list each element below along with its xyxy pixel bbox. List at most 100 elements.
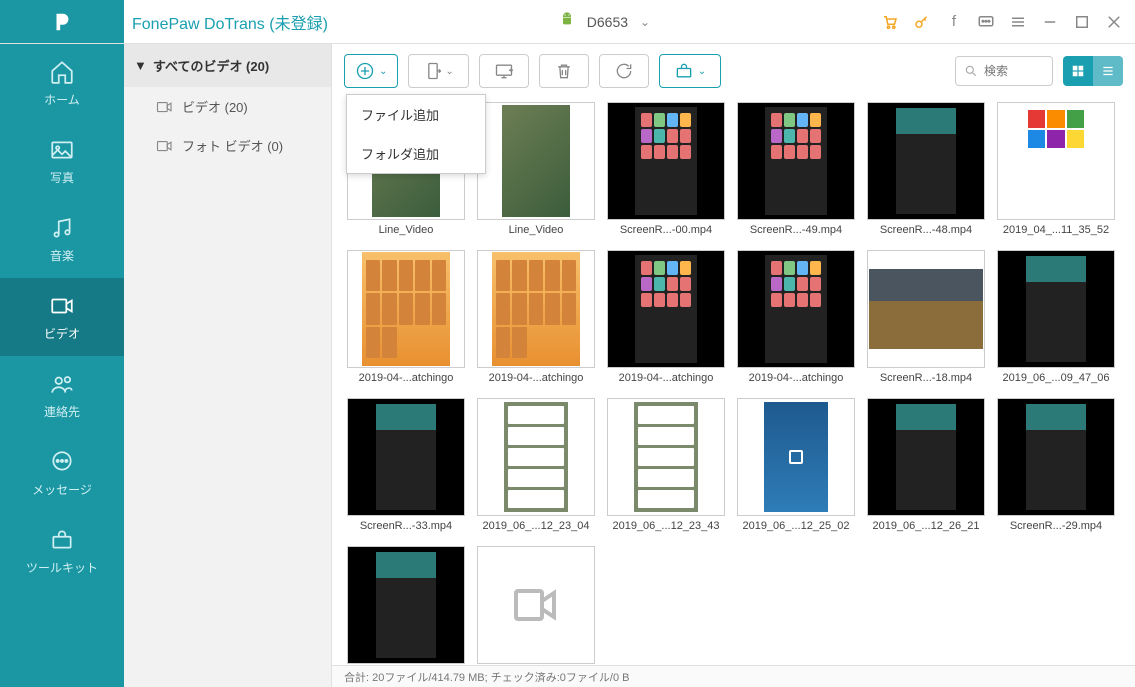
video-thumbnail [867,250,985,368]
video-item[interactable]: ScreenR...-29.mp4 [996,398,1116,532]
nav-photos-label: 写真 [50,169,74,186]
tree-header[interactable]: ▼ すべてのビデオ (20) [124,44,331,87]
cart-icon[interactable] [881,13,899,31]
video-thumbnail [997,102,1115,220]
video-grid: Line_VideoLine_VideoScreenR...-00.mp4Scr… [346,102,1121,665]
video-thumbnail [477,546,595,664]
video-item[interactable]: ScreenR...-48.mp4 [866,102,986,236]
video-item[interactable]: 2019_06_...12_26_21 [866,398,986,532]
minimize-icon[interactable] [1041,13,1059,31]
nav-messages[interactable]: メッセージ [0,434,124,512]
app-title: FonePaw DoTrans (未登録) [124,10,328,34]
android-icon [559,11,575,32]
video-thumbnail [477,102,595,220]
grid-view-button[interactable] [1063,56,1093,86]
add-file-item[interactable]: ファイル追加 [347,95,485,134]
refresh-button[interactable] [599,54,649,88]
video-filename: 2019_06_...12_25_02 [737,520,855,532]
video-thumbnail [607,398,725,516]
view-toggle [1063,56,1123,86]
add-folder-item[interactable]: フォルダ追加 [347,134,485,173]
grid-scroll[interactable]: Line_VideoLine_VideoScreenR...-00.mp4Scr… [332,98,1135,665]
video-item[interactable]: 2019_06_...09_47_06 [996,250,1116,384]
search-icon [964,64,978,78]
video-item[interactable]: 2019_06_...12_25_02 [736,398,856,532]
video-item[interactable]: ScreenR...-18.mp4 [866,250,986,384]
search-box[interactable] [955,56,1053,86]
device-selector[interactable]: D6653 ⌄ [328,11,881,32]
status-text: 合計: 20ファイル/414.79 MB; チェック済み:0ファイル/0 B [344,669,629,685]
video-item[interactable]: ScreenR...-00.mp4 [606,102,726,236]
video-item[interactable]: 2019_06_...12_23_43 [606,398,726,532]
video-filename: ScreenR...-18.mp4 [867,372,985,384]
content-area: ⌄ ⌄ ⌄ [332,44,1135,687]
video-filename: 2019_06_...12_26_21 [867,520,985,532]
nav-photos[interactable]: 写真 [0,122,124,200]
video-filename: ScreenR...-49.mp4 [737,224,855,236]
search-input[interactable] [984,64,1044,78]
delete-button[interactable] [539,54,589,88]
tree-item-label: フォト ビデオ (0) [182,136,283,155]
video-thumbnail [867,398,985,516]
toolbox-button[interactable]: ⌄ [659,54,721,88]
nav-contacts-label: 連絡先 [44,403,80,420]
facebook-icon[interactable]: f [945,13,963,31]
video-filename: 2019-04-...atchingo [737,372,855,384]
feedback-icon[interactable] [977,13,995,31]
tree-item-photo-videos[interactable]: フォト ビデオ (0) [124,126,331,165]
video-item[interactable]: 2019-04-...atchingo [606,250,726,384]
video-thumbnail [477,250,595,368]
export-to-pc-button[interactable] [479,54,529,88]
nav-videos[interactable]: ビデオ [0,278,124,356]
app-logo [0,0,124,43]
nav-home[interactable]: ホーム [0,44,124,122]
video-filename: ScreenR...-48.mp4 [867,224,985,236]
nav-music[interactable]: 音楽 [0,200,124,278]
nav-messages-label: メッセージ [32,481,92,498]
video-item[interactable]: ScreenR...-33.mp4 [346,398,466,532]
toolbar: ⌄ ⌄ ⌄ [332,44,1135,98]
video-item[interactable] [476,546,596,665]
chevron-down-icon: ⌄ [698,66,706,77]
main: ホーム 写真 音楽 ビデオ 連絡先 メッセージ ツールキット ▼ [0,44,1135,687]
tree-header-label: すべてのビデオ (20) [153,56,269,75]
tree-item-label: ビデオ (20) [182,97,248,116]
video-filename: 2019_06_...12_23_04 [477,520,595,532]
video-thumbnail [737,398,855,516]
nav-home-label: ホーム [44,91,80,108]
maximize-icon[interactable] [1073,13,1091,31]
status-bar: 合計: 20ファイル/414.79 MB; チェック済み:0ファイル/0 B [332,665,1135,687]
video-item[interactable]: ScreenR...-49.mp4 [736,102,856,236]
video-item[interactable] [346,546,466,665]
video-item[interactable]: 2019-04-...atchingo [346,250,466,384]
video-filename: ScreenR...-29.mp4 [997,520,1115,532]
key-icon[interactable] [913,13,931,31]
nav-contacts[interactable]: 連絡先 [0,356,124,434]
tree-panel: ▼ すべてのビデオ (20) ビデオ (20) フォト ビデオ (0) [124,44,332,687]
nav-toolkit[interactable]: ツールキット [0,512,124,590]
add-button[interactable]: ⌄ [344,54,398,88]
nav-toolkit-label: ツールキット [26,559,98,576]
video-thumbnail [997,398,1115,516]
device-name: D6653 [587,14,628,30]
video-item[interactable]: 2019-04-...atchingo [736,250,856,384]
video-item[interactable]: 2019_06_...12_23_04 [476,398,596,532]
video-item[interactable]: 2019-04-...atchingo [476,250,596,384]
close-icon[interactable] [1105,13,1123,31]
nav-videos-label: ビデオ [44,325,80,342]
video-filename: 2019_06_...12_23_43 [607,520,725,532]
video-item[interactable]: 2019_04_...11_35_52 [996,102,1116,236]
video-filename: 2019_06_...09_47_06 [997,372,1115,384]
video-thumbnail [737,102,855,220]
video-thumbnail [997,250,1115,368]
video-filename: 2019-04-...atchingo [607,372,725,384]
video-item[interactable]: Line_Video [476,102,596,236]
titlebar: FonePaw DoTrans (未登録) D6653 ⌄ f [0,0,1135,44]
menu-icon[interactable] [1009,13,1027,31]
chevron-down-icon: ⌄ [379,66,387,77]
tree-item-videos[interactable]: ビデオ (20) [124,87,331,126]
side-nav: ホーム 写真 音楽 ビデオ 連絡先 メッセージ ツールキット [0,44,124,687]
video-thumbnail [607,250,725,368]
export-to-device-button[interactable]: ⌄ [408,54,468,88]
list-view-button[interactable] [1093,56,1123,86]
